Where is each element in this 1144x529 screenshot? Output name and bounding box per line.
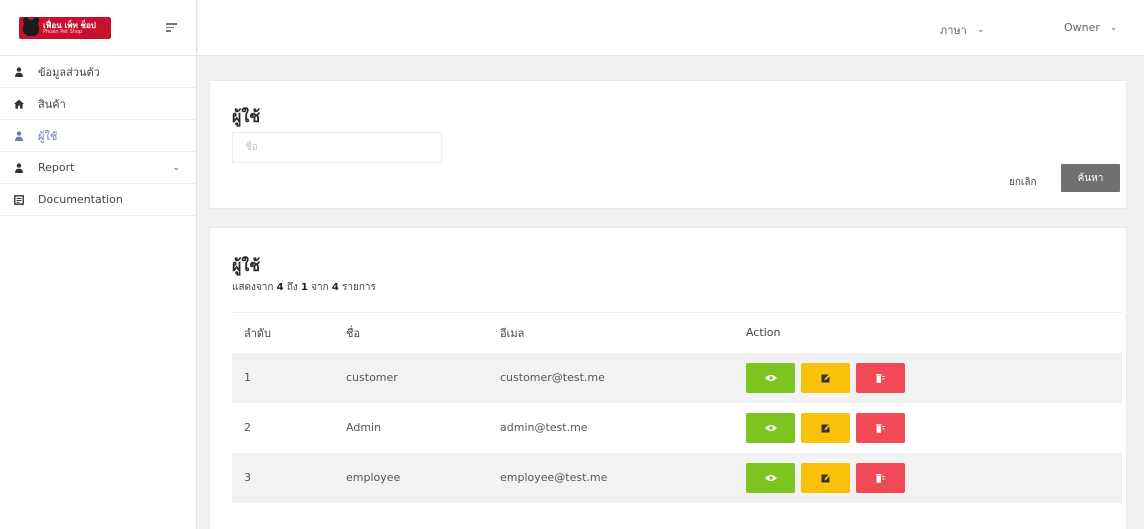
language-label: ภาษา: [940, 24, 967, 37]
users-table-card: ผู้ใช้ แสดงจาก 4 ถึง 1 จาก 4 รายการ ลำดั…: [209, 227, 1127, 529]
trash-icon: [876, 423, 885, 433]
edit-icon: [821, 473, 830, 482]
row-actions: [746, 362, 1122, 393]
user-label: Owner: [1064, 21, 1100, 34]
cell-email: employee@test.me: [488, 452, 734, 503]
search-card: ผู้ใช้ ยกเลิก ค้นหา: [209, 80, 1127, 209]
sidebar-item-report[interactable]: Report ⌄: [0, 152, 196, 184]
cell-name: employee: [334, 452, 488, 503]
sidebar-item-users[interactable]: ผู้ใช้: [0, 120, 196, 152]
cancel-button[interactable]: ยกเลิก: [1009, 175, 1037, 190]
trash-icon: [876, 473, 885, 483]
table-row: 2 Admin admin@test.me: [232, 402, 1122, 453]
delete-button[interactable]: [856, 462, 905, 493]
sidebar-item-label: Report: [38, 161, 75, 174]
chevron-down-icon: ⌄: [976, 25, 985, 35]
view-button[interactable]: [746, 412, 795, 443]
chevron-down-icon: ⌄: [1109, 22, 1118, 33]
row-actions: [746, 412, 1122, 443]
document-icon: [14, 194, 24, 205]
eye-icon: [764, 374, 777, 381]
menu-toggle-icon[interactable]: [166, 21, 180, 35]
edit-button[interactable]: [801, 462, 850, 493]
eye-icon: [764, 424, 777, 431]
sidebar-header: เฟื่อน เพ็ท ช็อป Phuen Pet Shop: [0, 0, 196, 56]
column-header-no[interactable]: ลำดับ: [232, 312, 334, 353]
column-header-name[interactable]: ชื่อ: [334, 312, 488, 353]
user-dropdown[interactable]: Owner ⌄: [1064, 21, 1117, 34]
table-title: ผู้ใช้: [232, 256, 261, 275]
user-icon: [14, 130, 24, 141]
cell-name: Admin: [334, 402, 488, 453]
trash-icon: [876, 373, 885, 383]
edit-icon: [821, 423, 830, 432]
edit-icon: [821, 373, 830, 382]
cell-no: 3: [232, 452, 334, 503]
logo-sub-text: Phuen Pet Shop: [43, 28, 83, 35]
column-header-action: Action: [734, 312, 1122, 353]
edit-button[interactable]: [801, 362, 850, 393]
record-count: แสดงจาก 4 ถึง 1 จาก 4 รายการ: [232, 282, 376, 293]
language-dropdown[interactable]: ภาษา ⌄: [940, 21, 984, 39]
page-title: ผู้ใช้: [232, 107, 261, 126]
row-actions: [746, 462, 1122, 493]
home-icon: [14, 99, 24, 109]
cell-no: 2: [232, 402, 334, 453]
table-header-row: ลำดับ ชื่อ อีเมล Action: [232, 312, 1122, 353]
sidebar-item-documentation[interactable]: Documentation: [0, 184, 196, 216]
cell-no: 1: [232, 352, 334, 403]
logo-main-text: เฟื่อน เพ็ท ช็อป: [43, 19, 96, 30]
sidebar-item-label: ข้อมูลส่วนตัว: [38, 65, 100, 79]
user-icon: [14, 162, 24, 173]
cell-email: customer@test.me: [488, 352, 734, 403]
eye-icon: [764, 474, 777, 481]
sidebar-item-products[interactable]: สินค้า: [0, 88, 196, 120]
view-button[interactable]: [746, 462, 795, 493]
user-icon: [14, 66, 24, 77]
delete-button[interactable]: [856, 362, 905, 393]
sidebar-item-label: Documentation: [38, 193, 123, 206]
dog-logo-icon: [23, 19, 39, 36]
sidebar: เฟื่อน เพ็ท ช็อป Phuen Pet Shop ข้อมูลส่…: [0, 0, 197, 529]
top-header: ภาษา ⌄ Owner ⌄: [198, 0, 1144, 56]
table-row: 1 customer customer@test.me: [232, 352, 1122, 403]
cell-email: admin@test.me: [488, 402, 734, 453]
delete-button[interactable]: [856, 412, 905, 443]
table-row: 3 employee employee@test.me: [232, 452, 1122, 503]
users-table: ลำดับ ชื่อ อีเมล Action 1 customer custo…: [232, 312, 1122, 503]
sidebar-item-profile[interactable]: ข้อมูลส่วนตัว: [0, 56, 196, 88]
edit-button[interactable]: [801, 412, 850, 443]
shop-logo[interactable]: เฟื่อน เพ็ท ช็อป Phuen Pet Shop: [19, 16, 111, 39]
view-button[interactable]: [746, 362, 795, 393]
search-button[interactable]: ค้นหา: [1061, 164, 1120, 192]
sidebar-item-label: ผู้ใช้: [38, 129, 58, 143]
sidebar-item-label: สินค้า: [38, 97, 66, 111]
name-search-input[interactable]: [232, 132, 442, 163]
chevron-down-icon[interactable]: ⌄: [172, 163, 180, 173]
column-header-email[interactable]: อีเมล: [488, 312, 734, 353]
cell-name: customer: [334, 352, 488, 403]
